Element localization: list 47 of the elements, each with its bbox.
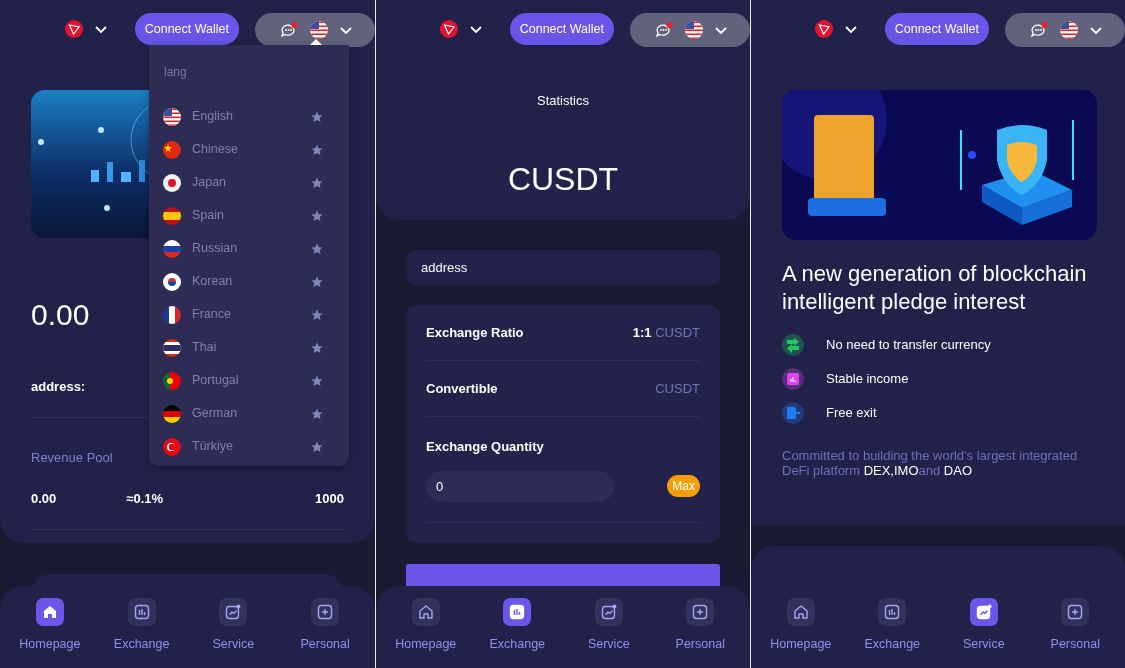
connect-wallet-button[interactable]: Connect Wallet	[134, 13, 239, 45]
nav-tab[interactable]: Exchange	[96, 586, 187, 668]
nav-tab[interactable]: Homepage	[4, 586, 95, 668]
quantity-label: Exchange Quantity	[426, 438, 545, 456]
address-field[interactable]: address	[406, 250, 720, 285]
nav-tab[interactable]: Personal	[1030, 586, 1121, 668]
language-option[interactable]: Chinese	[163, 133, 323, 166]
feature-text: Stable income	[826, 370, 909, 389]
stat-value: 1000	[315, 490, 344, 508]
quantity-field[interactable]: 0	[426, 470, 614, 502]
nav-tab[interactable]: Exchange	[472, 586, 563, 668]
menu-heading: lang	[163, 64, 188, 81]
nav-tab[interactable]: Exchange	[847, 586, 938, 668]
nav-tab[interactable]: Service	[563, 586, 654, 668]
nav-tab[interactable]: Homepage	[380, 586, 471, 668]
stat-value: 0.00	[31, 490, 57, 508]
language-option[interactable]: Spain	[163, 199, 323, 232]
language-option[interactable]: English	[163, 100, 323, 133]
token-title: CUSDT	[506, 162, 620, 195]
stat-value: ≈0.1%	[126, 490, 164, 508]
row-label: Convertible	[426, 379, 498, 398]
language-option[interactable]: France	[163, 298, 323, 331]
nav-tab[interactable]: Homepage	[755, 586, 846, 668]
connect-wallet-button[interactable]: Connect Wallet	[509, 13, 614, 45]
feature-text: Free exit	[826, 404, 877, 423]
language-option[interactable]: German	[163, 397, 323, 430]
description-text: Committed to building the world's largest integrated DeFi platform DEX,IMOand DAO	[782, 448, 1079, 478]
balance-amount: 0.00	[31, 300, 90, 330]
stat-label: Revenue Pool	[31, 448, 113, 467]
headline: A new generation of blockchain intelligent pledge interest	[782, 260, 1087, 316]
row-value: CUSDT	[655, 379, 700, 398]
language-option[interactable]: Korean	[163, 265, 323, 298]
language-option[interactable]: Japan	[163, 166, 323, 199]
row-label: Exchange Ratio	[426, 323, 524, 342]
language-option[interactable]: Russian	[163, 232, 323, 265]
nav-tab[interactable]: Service	[938, 586, 1029, 668]
feature-text: No need to transfer currency	[826, 336, 991, 355]
language-option[interactable]: Türkiye	[163, 430, 323, 463]
nav-tab[interactable]: Personal	[280, 586, 371, 668]
nav-tab[interactable]: Personal	[655, 586, 746, 668]
language-option[interactable]: Thai	[163, 331, 323, 364]
row-value: 1:1 CUSDT	[632, 323, 700, 342]
nav-tab[interactable]: Service	[188, 586, 279, 668]
connect-wallet-button[interactable]: Connect Wallet	[884, 13, 989, 45]
page-title: Statistics	[536, 92, 590, 110]
language-option[interactable]: Portugal	[163, 364, 323, 397]
address-label: address:	[31, 378, 86, 396]
